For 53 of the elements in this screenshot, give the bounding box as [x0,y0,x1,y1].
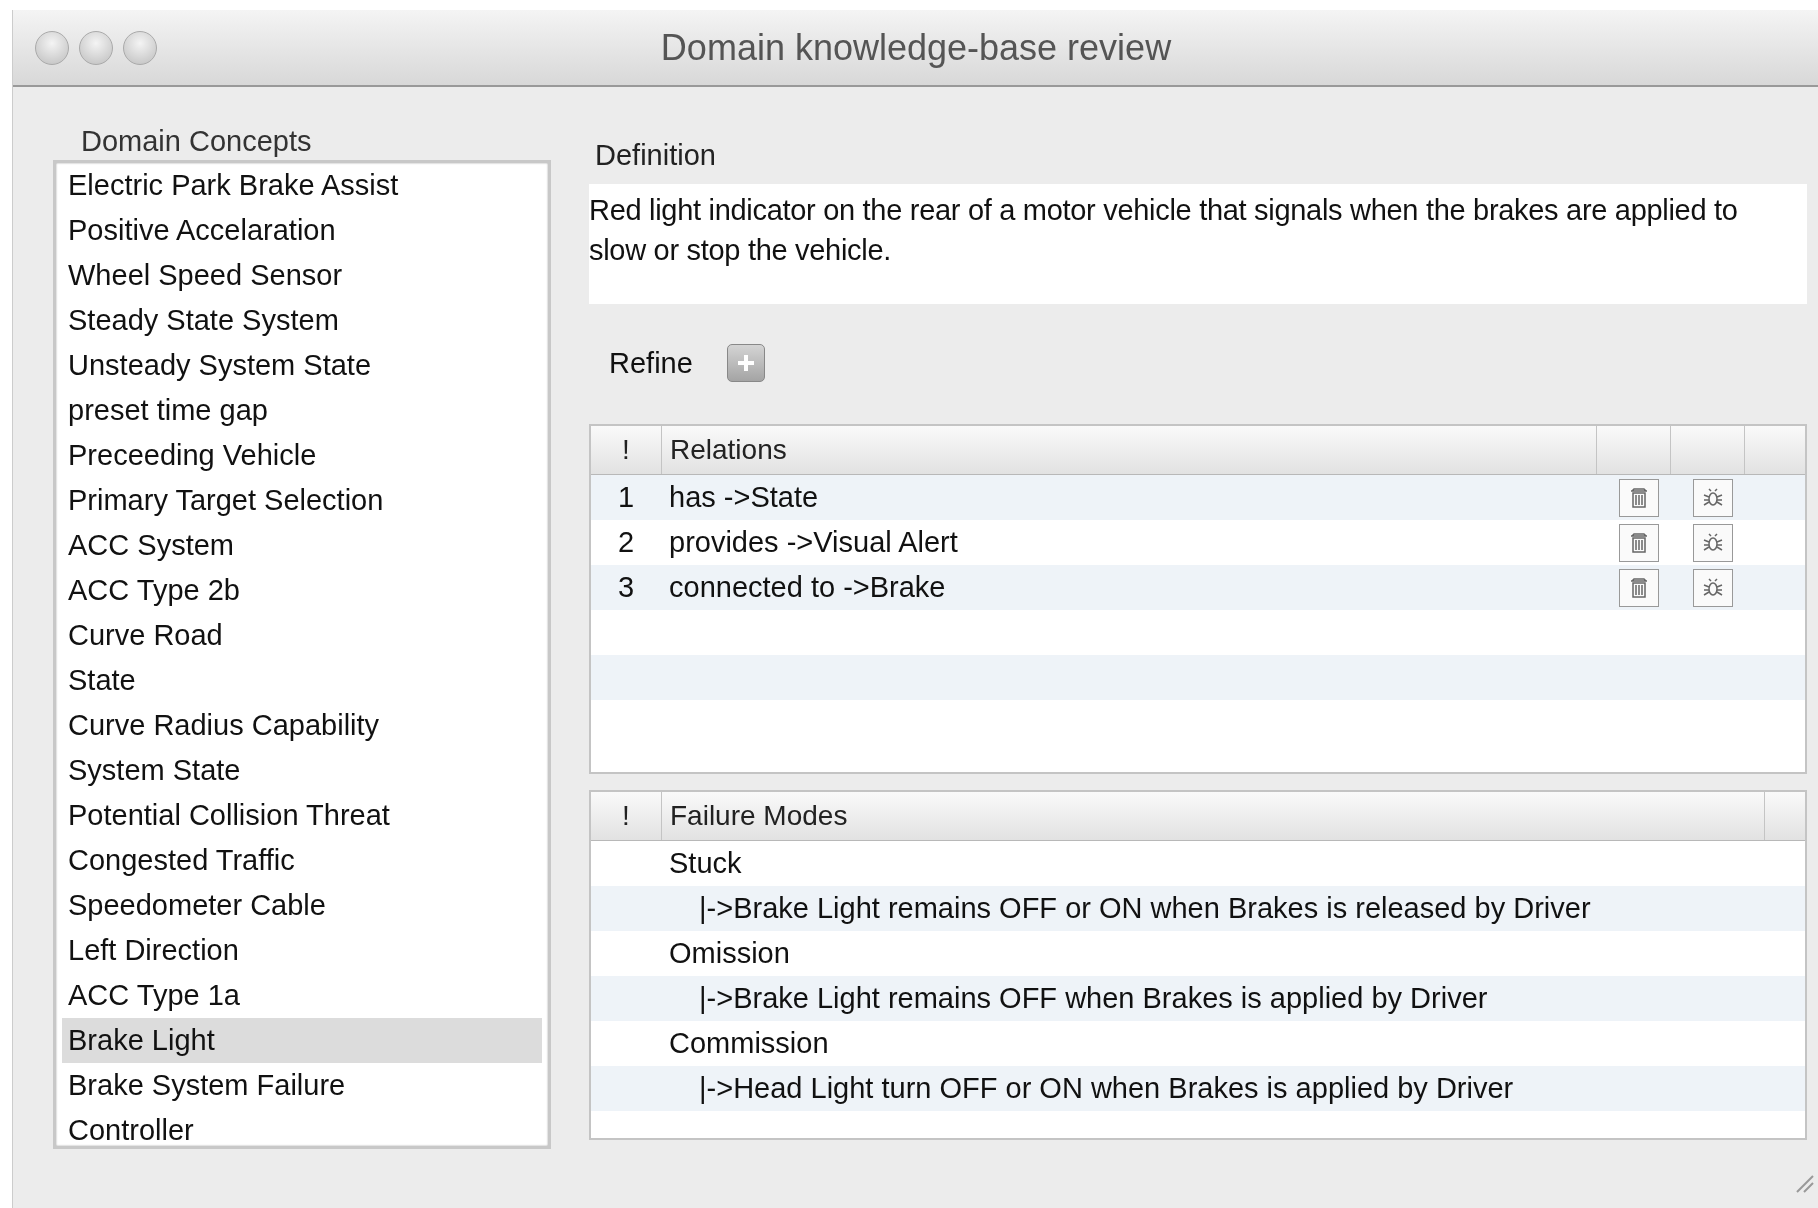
debug-button[interactable] [1693,478,1733,517]
concept-item[interactable]: State [62,658,542,703]
concept-item[interactable]: Left Direction [62,928,542,973]
concept-item[interactable]: Wheel Speed Sensor [62,253,542,298]
refine-label: Refine [609,346,693,380]
row-number: 1 [616,481,636,514]
column-header: ! [622,434,630,466]
definition-text: Red light indicator on the rear of a motor vehicle that signals when the brakes are applied to slow or stop the vehicle. [589,184,1807,304]
concept-item[interactable]: Potential Collision Threat [62,793,542,838]
close-button[interactable] [35,30,69,65]
delete-button[interactable] [1619,523,1659,562]
concept-item[interactable]: Unsteady System State [62,343,542,388]
concept-item[interactable]: Brake Light [62,1018,542,1063]
failure-effect: |->Brake Light remains OFF when Brakes is applied by Driver [698,982,1488,1015]
debug-button[interactable] [1693,523,1733,562]
zoom-button[interactable] [123,30,157,65]
concept-item[interactable]: ACC System [62,523,542,568]
concept-item[interactable]: Steady State System [62,298,542,343]
relation-cell-text: connected to ->Brake [668,571,947,604]
delete-button[interactable] [1619,568,1659,607]
concept-item[interactable]: Congested Traffic [62,838,542,883]
column-header: Failure Modes [670,800,848,832]
add-button[interactable] [726,344,765,382]
failure-effect: |->Brake Light remains OFF or ON when Brakes is released by Driver [698,892,1591,925]
concept-item[interactable]: Curve Road [62,613,542,658]
definition-label: Definition [594,139,716,172]
failure-mode: Commission [668,1027,829,1060]
failure-mode: Omission [668,937,790,970]
minimize-button[interactable] [79,30,113,65]
row-number: 2 [616,526,636,559]
concept-item[interactable]: Positive Accelaration [62,208,542,253]
concept-item[interactable]: Controller [62,1108,542,1146]
concept-item[interactable]: ACC Type 1a [62,973,542,1018]
concept-item[interactable]: preset time gap [62,388,542,433]
list-label: Domain Concepts [80,125,312,158]
concept-item[interactable]: Electric Park Brake Assist [62,163,542,208]
failure-mode: Stuck [668,847,742,880]
delete-button[interactable] [1619,478,1659,517]
concept-item[interactable]: Primary Target Selection [62,478,542,523]
column-header: Relations [670,434,787,466]
row-number: 3 [616,571,636,604]
window-title: Domain knowledge-base review [660,26,1172,69]
column-header: ! [622,800,630,832]
concept-item[interactable]: System State [62,748,542,793]
failure-effect: |->Head Light turn OFF or ON when Brakes is applied by Driver [698,1072,1514,1105]
relation-cell-text: provides ->Visual Alert [668,526,959,559]
concept-item[interactable]: Brake System Failure [62,1063,542,1108]
concept-item[interactable]: Preceeding Vehicle [62,433,542,478]
debug-button[interactable] [1693,568,1733,607]
concept-item[interactable]: Curve Radius Capability [62,703,542,748]
relation-cell-text: has ->State [668,481,820,514]
concept-item[interactable]: ACC Type 2b [62,568,542,613]
concept-item[interactable]: Speedometer Cable [62,883,542,928]
